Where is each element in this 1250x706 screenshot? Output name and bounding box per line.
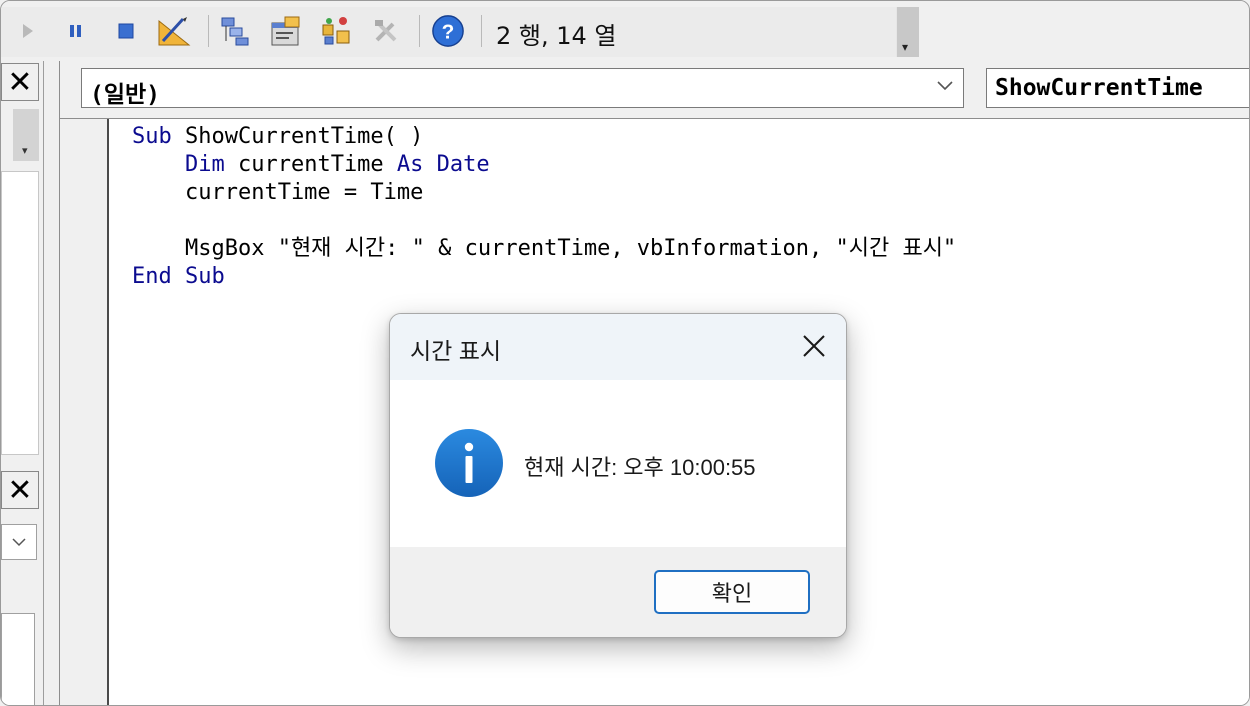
code-line[interactable]: MsgBox "현재 시간: " & currentTime, vbInform… [132, 235, 956, 263]
code-keyword: Sub [132, 124, 172, 149]
object-combo[interactable]: (일반) [81, 68, 964, 108]
svg-text:?: ? [442, 21, 455, 44]
object-combo-value: (일반) [90, 82, 161, 108]
code-line[interactable]: Sub ShowCurrentTime( ) [132, 123, 956, 151]
margin-indicator-bar [60, 119, 109, 705]
msgbox-dialog: 시간 표시 현재 시간: 오후 10:00:55 확인 [389, 313, 847, 638]
object-browser-icon[interactable] [319, 13, 353, 49]
code-keyword: Date [436, 152, 490, 177]
code-token: currentTime [224, 152, 397, 177]
toolbox-icon[interactable] [369, 13, 403, 49]
code-keyword: End [132, 264, 172, 289]
design-mode-icon[interactable] [157, 13, 191, 49]
dialog-title: 시간 표시 [410, 338, 502, 364]
run-icon[interactable] [11, 13, 45, 49]
code-token: currentTime = Time [132, 180, 424, 205]
dialog-title-bar: 시간 표시 [390, 314, 846, 380]
properties-window-icon[interactable] [269, 13, 303, 49]
vba-editor-window: ? 2 행, 14 열 ▾ ✕ ▾ ✕ (일반) ShowCurrentTime [0, 0, 1250, 706]
project-explorer-icon[interactable] [219, 13, 253, 49]
code-line[interactable]: currentTime = Time [132, 179, 956, 207]
left-docked-panel: ✕ ▾ ✕ [1, 61, 44, 705]
code-line[interactable]: Dim currentTime As Date [132, 151, 956, 179]
code-keyword: Dim [184, 152, 225, 177]
toolbar: ? 2 행, 14 열 ▾ [1, 1, 1249, 61]
code-text[interactable]: Sub ShowCurrentTime( ) Dim currentTime A… [132, 123, 956, 291]
stop-icon[interactable] [109, 13, 143, 49]
code-token: ShowCurrentTime( ) [171, 124, 424, 149]
chevron-down-icon [937, 81, 953, 91]
properties-grid[interactable] [1, 613, 35, 705]
procedure-combo[interactable]: ShowCurrentTime [986, 68, 1249, 108]
toolbar-separator [481, 15, 482, 47]
ok-button[interactable]: 확인 [654, 570, 810, 614]
help-icon[interactable]: ? [431, 13, 465, 49]
chevron-down-icon: ▾ [22, 144, 28, 157]
properties-object-combo[interactable] [1, 524, 37, 560]
chevron-down-icon: ▾ [902, 40, 909, 54]
cursor-position-status: 2 행, 14 열 [496, 22, 617, 50]
code-line[interactable]: End Sub [132, 263, 956, 291]
close-icon[interactable] [796, 328, 832, 364]
project-tree[interactable] [1, 171, 39, 455]
toolbar-overflow-button[interactable]: ▾ [896, 7, 919, 57]
code-keyword: As [396, 152, 424, 177]
close-icon[interactable]: ✕ [1, 63, 39, 101]
information-icon [435, 429, 503, 497]
code-line[interactable] [132, 207, 956, 235]
close-icon[interactable]: ✕ [1, 471, 39, 509]
dialog-footer: 확인 [390, 547, 846, 637]
code-keyword: Sub [185, 264, 225, 289]
chevron-down-icon [12, 538, 26, 547]
toolbar-separator [419, 15, 420, 47]
code-token: MsgBox "현재 시간: " & currentTime, vbInform… [132, 236, 957, 261]
toolbar-separator [208, 15, 209, 47]
procedure-combo-value: ShowCurrentTime [995, 75, 1203, 101]
panel-scroll-button[interactable]: ▾ [13, 109, 39, 161]
dialog-body: 현재 시간: 오후 10:00:55 [390, 380, 846, 547]
pause-icon[interactable] [59, 13, 93, 49]
dialog-message: 현재 시간: 오후 10:00:55 [524, 455, 756, 480]
